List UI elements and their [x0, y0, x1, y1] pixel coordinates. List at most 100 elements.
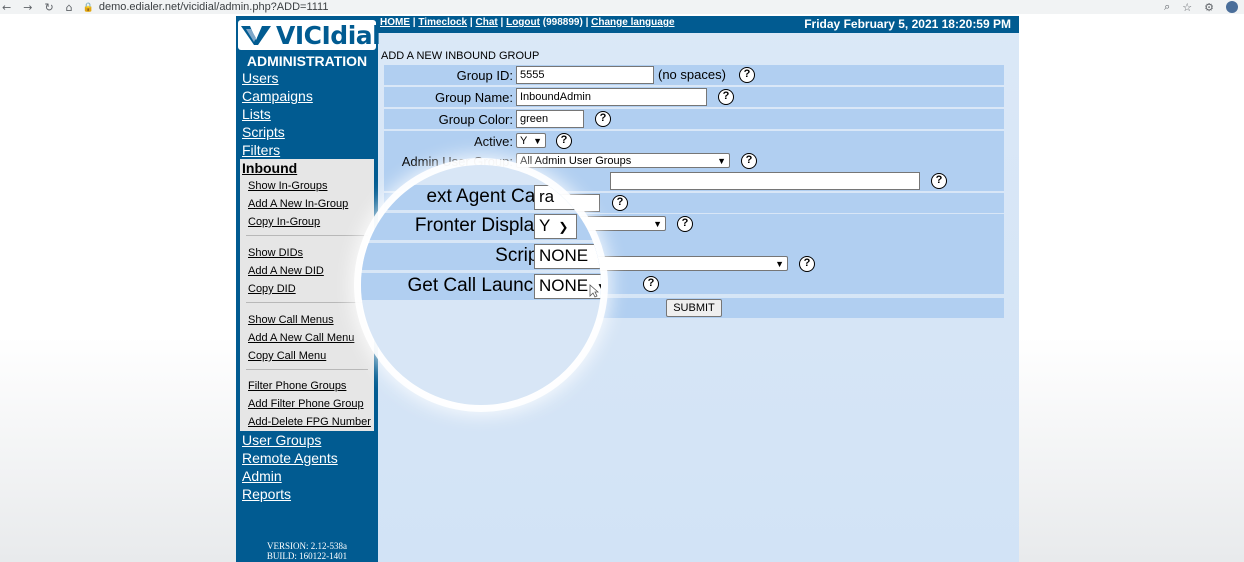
magnified-get-call-launch-label: Get Call Launch:: [407, 275, 549, 296]
sidebar-item-scripts[interactable]: Scripts: [242, 124, 285, 140]
magnified-fronter-display-row: Fronter Display: Y ❯: [361, 213, 601, 240]
version-text: VERSION: 2.12-538a: [267, 541, 347, 551]
sidebar-item-filters[interactable]: Filters: [242, 142, 280, 158]
sidebar-item-remote-agents[interactable]: Remote Agents: [242, 450, 338, 466]
submit-button[interactable]: SUBMIT: [666, 299, 722, 317]
sidebar-item-users[interactable]: Users: [242, 70, 279, 86]
active-select[interactable]: Y ▼: [516, 133, 546, 148]
zoom-icon[interactable]: ⌕: [1164, 0, 1170, 14]
chevron-down-icon: ▼: [653, 219, 662, 229]
copy-in-group-link[interactable]: Copy In-Group: [248, 216, 320, 228]
help-icon[interactable]: ?: [741, 153, 757, 169]
header-separator: |: [469, 17, 473, 28]
help-icon[interactable]: ?: [677, 216, 693, 232]
chevron-down-icon: ▼: [775, 259, 784, 269]
arrow-left-icon[interactable]: ←: [2, 1, 11, 14]
user-id: (998899): [542, 17, 583, 28]
chevron-down-icon: ▼: [533, 136, 542, 146]
help-icon[interactable]: ?: [612, 195, 628, 211]
admin-user-group-select[interactable]: All Admin User Groups ▼: [516, 153, 730, 168]
group-name-row: Group Name: InboundAdmin ?: [384, 87, 1004, 107]
sidebar-item-lists[interactable]: Lists: [242, 106, 271, 122]
submenu-divider: [246, 302, 368, 303]
submenu-divider: [246, 235, 368, 236]
sidebar-item-campaigns[interactable]: Campaigns: [242, 88, 313, 104]
build-text: BUILD: 160122-1401: [266, 551, 348, 561]
help-icon[interactable]: ?: [643, 276, 659, 292]
chat-link[interactable]: Chat: [475, 17, 497, 28]
show-call-menus-link[interactable]: Show Call Menus: [248, 314, 334, 326]
group-id-input[interactable]: 5555: [516, 66, 654, 84]
help-icon[interactable]: ?: [931, 173, 947, 189]
change-language-link[interactable]: Change language: [591, 17, 674, 28]
sidebar-item-inbound[interactable]: Inbound: [242, 160, 297, 176]
header-separator: |: [585, 17, 589, 28]
show-in-groups-link[interactable]: Show In-Groups: [248, 180, 327, 192]
magnifier-lens: ext Agent Call: ra Fronter Display: Y ❯ S…: [361, 165, 601, 405]
copy-did-link[interactable]: Copy DID: [248, 283, 296, 295]
inbound-submenu: Inbound Show In-Groups Add A New In-Grou…: [240, 159, 374, 431]
help-icon[interactable]: ?: [799, 256, 815, 272]
magnified-next-agent-call-label: ext Agent Call:: [426, 186, 549, 207]
magnified-next-agent-call-input: ra: [534, 185, 600, 210]
logo-text: VICIdial: [276, 21, 381, 50]
help-icon[interactable]: ?: [718, 89, 734, 105]
chevron-down-icon: ▼: [717, 156, 726, 166]
profile-avatar[interactable]: [1226, 1, 1238, 13]
group-name-input[interactable]: InboundAdmin: [516, 88, 707, 106]
help-icon[interactable]: ?: [739, 67, 755, 83]
magnified-next-agent-call-row: ext Agent Call: ra: [361, 185, 601, 210]
address-bar[interactable]: 🔒 demo.edialer.net/vicidial/admin.php?AD…: [83, 1, 329, 13]
chevron-down-icon: ❯: [558, 220, 569, 234]
lock-icon: 🔒: [82, 1, 94, 12]
submenu-divider: [246, 369, 368, 370]
group-name-label: Group Name:: [434, 90, 513, 105]
admin-page: VICIdial ADMINISTRATION Users Campaigns …: [236, 16, 1019, 562]
timeclock-link[interactable]: Timeclock: [418, 17, 467, 28]
logout-link[interactable]: Logout: [506, 17, 540, 28]
filter-phone-groups-link[interactable]: Filter Phone Groups: [248, 380, 346, 392]
form-title: ADD A NEW INBOUND GROUP: [381, 50, 540, 62]
group-id-note: (no spaces): [658, 67, 726, 82]
add-delete-fpg-number-link[interactable]: Add-Delete FPG Number: [248, 416, 371, 428]
sidebar-title: ADMINISTRATION: [246, 53, 368, 69]
group-color-row: Group Color: green ?: [384, 109, 1004, 129]
header-separator: |: [412, 17, 416, 28]
home-icon[interactable]: ⌂: [66, 1, 73, 14]
reload-icon[interactable]: ↻: [44, 1, 53, 14]
url-text: demo.edialer.net/vicidial/admin.php?ADD=…: [98, 1, 329, 13]
star-icon[interactable]: ☆: [1182, 1, 1192, 14]
admin-user-group-value: All Admin User Groups: [520, 155, 632, 167]
home-link[interactable]: HOME: [380, 17, 410, 28]
show-dids-link[interactable]: Show DIDs: [248, 247, 303, 259]
sidebar-item-admin[interactable]: Admin: [242, 468, 282, 484]
sidebar-item-reports[interactable]: Reports: [242, 486, 291, 502]
next-agent-call-input[interactable]: [610, 172, 920, 190]
magnified-get-call-launch-row: Get Call Launch: NONE▼: [361, 273, 601, 300]
add-did-link[interactable]: Add A New DID: [248, 265, 324, 277]
add-in-group-link[interactable]: Add A New In-Group: [248, 198, 348, 210]
active-row: Active: Y ▼ ?: [384, 131, 1004, 151]
active-select-value: Y: [520, 135, 528, 147]
add-call-menu-link[interactable]: Add A New Call Menu: [248, 332, 354, 344]
magnified-script-row: Script: NONE: [361, 243, 601, 270]
mouse-cursor-icon: [589, 284, 599, 298]
group-color-label: Group Color:: [438, 112, 513, 127]
group-color-input[interactable]: green: [516, 110, 584, 128]
copy-call-menu-link[interactable]: Copy Call Menu: [248, 350, 326, 362]
header-datetime: Friday February 5, 2021 18:20:59 PM: [804, 17, 1011, 31]
script-select[interactable]: ▼: [572, 256, 788, 271]
active-label: Active:: [473, 134, 513, 149]
extensions-icon[interactable]: ⚙: [1204, 1, 1214, 14]
version-info: VERSION: 2.12-538a BUILD: 160122-1401: [236, 541, 378, 561]
arrow-right-icon[interactable]: →: [23, 1, 32, 14]
add-filter-phone-group-link[interactable]: Add Filter Phone Group: [248, 398, 364, 410]
magnified-fronter-display-label: Fronter Display:: [414, 215, 549, 236]
sidebar-item-user-groups[interactable]: User Groups: [242, 432, 321, 448]
magnified-get-call-launch-value: NONE: [539, 276, 589, 295]
help-icon[interactable]: ?: [595, 111, 611, 127]
help-icon[interactable]: ?: [556, 133, 572, 149]
magnified-fronter-display-select: Y ❯: [534, 214, 577, 239]
group-id-row: Group ID: 5555 (no spaces) ?: [384, 65, 1004, 85]
logo-mark-icon: [241, 26, 271, 45]
